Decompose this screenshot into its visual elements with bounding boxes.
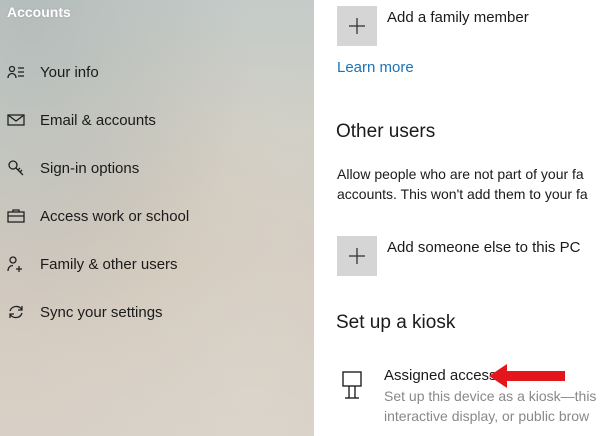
sidebar-item-sync-settings[interactable]: Sync your settings	[0, 292, 314, 332]
people-add-icon	[7, 255, 25, 273]
add-family-member-button[interactable]	[337, 6, 377, 46]
mail-icon	[7, 111, 25, 129]
sidebar-item-email-accounts[interactable]: Email & accounts	[0, 100, 314, 140]
plus-icon	[349, 18, 365, 34]
other-users-heading: Other users	[336, 121, 436, 142]
sidebar-item-label: Sync your settings	[40, 303, 163, 321]
person-list-icon	[7, 63, 25, 81]
sidebar-title: Accounts	[7, 4, 71, 20]
sidebar-item-your-info[interactable]: Your info	[0, 52, 314, 92]
key-icon	[7, 159, 25, 177]
sidebar-item-label: Access work or school	[40, 207, 190, 225]
sidebar-item-label: Family & other users	[40, 255, 178, 273]
other-users-desc-line: accounts. This won't add them to your fa	[337, 186, 588, 202]
kiosk-heading: Set up a kiosk	[336, 312, 456, 333]
other-users-desc-line: Allow people who are not part of your fa	[337, 166, 584, 182]
kiosk-icon	[340, 370, 364, 402]
sidebar: Accounts Your info Email & accounts Sign…	[0, 0, 314, 436]
plus-icon	[349, 248, 365, 264]
sidebar-item-family-users[interactable]: Family & other users	[0, 244, 314, 284]
red-arrow-annotation-icon	[489, 364, 565, 388]
sync-icon	[7, 303, 25, 321]
sidebar-item-label: Your info	[40, 63, 99, 81]
briefcase-icon	[7, 207, 25, 225]
add-someone-else-button[interactable]	[337, 236, 377, 276]
sidebar-item-sign-in-options[interactable]: Sign-in options	[0, 148, 314, 188]
assigned-access-link[interactable]: Assigned access	[384, 367, 497, 384]
assigned-access-desc-line: Set up this device as a kiosk—this	[384, 388, 597, 404]
assigned-access-desc-line: interactive display, or public brow	[384, 408, 590, 424]
add-someone-else-label[interactable]: Add someone else to this PC	[387, 239, 580, 256]
sidebar-item-label: Email & accounts	[40, 111, 156, 129]
learn-more-link[interactable]: Learn more	[337, 59, 414, 76]
add-family-member-label[interactable]: Add a family member	[387, 9, 529, 26]
other-users-description: Allow people who are not part of your fa…	[337, 164, 600, 204]
sidebar-item-label: Sign-in options	[40, 159, 140, 177]
assigned-access-description: Set up this device as a kiosk—this inter…	[384, 386, 596, 426]
sidebar-item-access-work[interactable]: Access work or school	[0, 196, 314, 236]
